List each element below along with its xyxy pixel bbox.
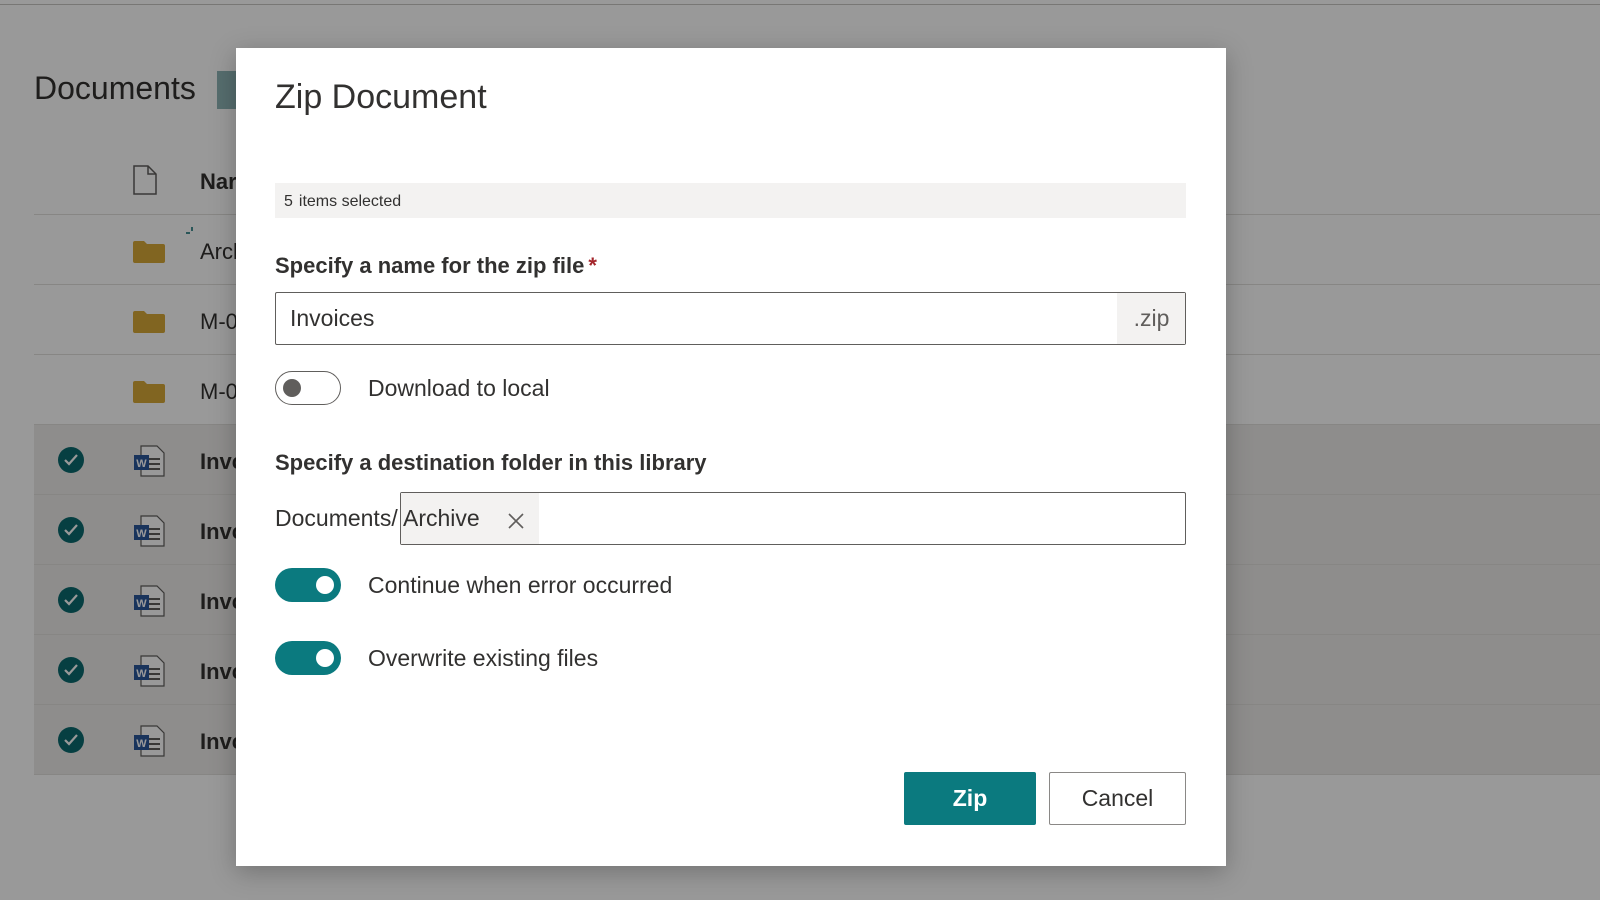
zip-name-field: .zip	[275, 292, 1186, 345]
required-mark: *	[588, 253, 597, 278]
overwrite-label: Overwrite existing files	[368, 644, 599, 671]
close-icon[interactable]	[507, 509, 525, 529]
download-local-row: Download to local	[275, 371, 550, 405]
selected-count: 5	[284, 193, 293, 210]
continue-on-error-row: Continue when error occurred	[275, 568, 672, 602]
destination-label: Specify a destination folder in this lib…	[275, 450, 707, 475]
zip-document-dialog: Zip Document 5 items selected Specify a n…	[236, 48, 1226, 866]
zip-name-input[interactable]	[276, 293, 1117, 344]
toggle-knob	[316, 649, 334, 667]
overwrite-row: Overwrite existing files	[275, 641, 598, 675]
continue-on-error-label: Continue when error occurred	[368, 571, 673, 598]
destination-picker[interactable]: Archive	[400, 492, 1186, 545]
download-local-toggle[interactable]	[275, 371, 341, 405]
zip-name-label-text: Specify a name for the zip file	[275, 253, 585, 278]
continue-on-error-toggle[interactable]	[275, 568, 341, 602]
destination-prefix: Documents/	[275, 505, 398, 531]
selected-text: items selected	[298, 193, 402, 210]
download-local-label: Download to local	[368, 374, 550, 401]
dialog-title: Zip Document	[275, 78, 487, 116]
cancel-button[interactable]: Cancel	[1049, 772, 1186, 825]
selection-info: 5 items selected	[275, 183, 1186, 218]
zip-button[interactable]: Zip	[904, 772, 1036, 825]
toggle-knob	[316, 576, 334, 594]
toggle-knob	[283, 379, 301, 397]
zip-name-label: Specify a name for the zip file *	[275, 253, 597, 279]
zip-extension-suffix: .zip	[1117, 293, 1185, 344]
overwrite-toggle[interactable]	[275, 641, 341, 675]
destination-chip: Archive	[401, 493, 539, 544]
destination-chip-label: Archive	[403, 505, 480, 531]
